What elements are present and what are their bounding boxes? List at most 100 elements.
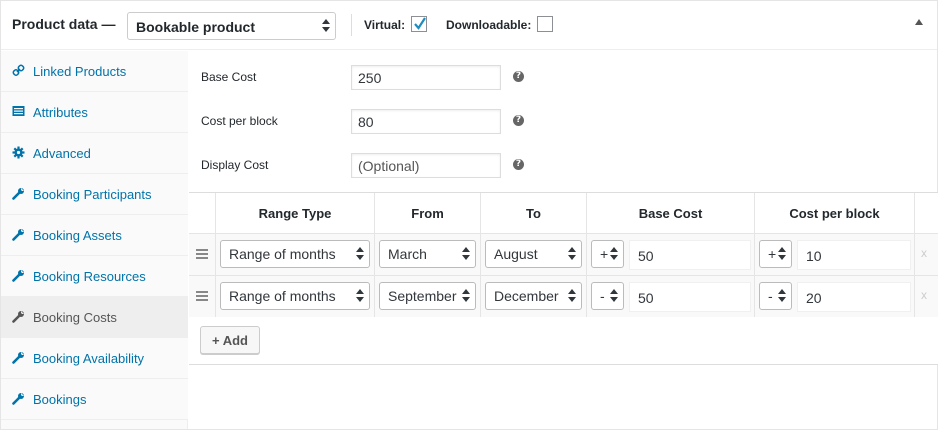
to-select[interactable]: August [485, 240, 582, 268]
display-cost-label: Display Cost [201, 158, 269, 172]
virtual-checkbox[interactable] [411, 16, 427, 32]
downloadable-label: Downloadable: [446, 18, 532, 32]
cost-per-block-label: Cost per block [201, 114, 278, 128]
wrench-icon [12, 393, 24, 405]
list-icon [12, 106, 25, 116]
block-cost-amount-input[interactable]: 10 [797, 240, 911, 270]
product-data-tabs: Linked Products Attributes Advanced Book… [1, 51, 188, 429]
tab-booking-resources[interactable]: Booking Resources [1, 256, 188, 297]
tab-attributes[interactable]: Attributes [1, 92, 188, 133]
block-cost-amount-input[interactable]: 20 [797, 282, 911, 312]
select-arrows-icon [778, 246, 786, 262]
select-value: - [600, 288, 605, 304]
tab-label: Booking Resources [33, 269, 146, 284]
base-cost-amount-input[interactable]: 50 [629, 282, 751, 312]
wrench-icon [12, 352, 24, 364]
cost-per-block-cell: + 10 [755, 234, 915, 275]
select-value: Range of months [229, 246, 336, 262]
base-cost-input[interactable]: 250 [351, 65, 501, 90]
checkmark-icon [414, 17, 426, 30]
product-data-header: Product data — Bookable product Virtual:… [1, 1, 937, 50]
base-cost-cell: - 50 [587, 276, 755, 317]
drag-handle-cell[interactable] [189, 234, 216, 275]
pricing-table: Range Type From To Base Cost Cost per bl… [189, 192, 938, 365]
help-tip-icon[interactable]: ? [513, 159, 524, 170]
select-arrows-icon [778, 288, 786, 304]
product-type-value: Bookable product [136, 19, 256, 35]
range-type-cell: Range of months [216, 276, 375, 317]
tab-label: Linked Products [33, 64, 127, 79]
drag-handle-cell[interactable] [189, 276, 216, 317]
product-type-select[interactable]: Bookable product [127, 12, 336, 40]
cost-per-block-header: Cost per block [755, 193, 915, 233]
select-arrows-icon [610, 246, 618, 262]
drag-column-header [189, 193, 216, 233]
range-type-cell: Range of months [216, 234, 375, 275]
help-tip-icon[interactable]: ? [513, 115, 524, 126]
remove-row-icon[interactable]: x [921, 246, 927, 260]
range-type-select[interactable]: Range of months [220, 282, 370, 310]
select-arrows-icon [462, 288, 470, 304]
tab-booking-assets[interactable]: Booking Assets [1, 215, 188, 256]
product-data-panel: Product data — Bookable product Virtual:… [0, 0, 938, 430]
help-tip-icon[interactable]: ? [513, 71, 524, 82]
tab-linked-products[interactable]: Linked Products [1, 51, 188, 92]
select-arrows-icon [568, 288, 576, 304]
select-value: March [388, 246, 427, 262]
base-cost-operator-select[interactable]: + [591, 240, 624, 268]
range-type-select[interactable]: Range of months [220, 240, 370, 268]
base-cost-label: Base Cost [201, 70, 257, 84]
block-cost-operator-select[interactable]: - [759, 282, 792, 310]
tab-label: Bookings [33, 392, 87, 407]
from-select[interactable]: March [379, 240, 476, 268]
link-icon [12, 64, 25, 76]
tab-bookings[interactable]: Bookings [1, 379, 188, 420]
select-value: + [768, 246, 777, 262]
select-value: September [388, 288, 457, 304]
from-select[interactable]: September [379, 282, 476, 310]
select-arrows-icon [462, 246, 470, 262]
tab-label: Booking Assets [33, 228, 122, 243]
drag-handle-icon[interactable] [196, 291, 208, 303]
table-row: Range of months September December - 50 … [189, 275, 938, 317]
to-header: To [481, 193, 587, 233]
tab-booking-availability[interactable]: Booking Availability [1, 338, 188, 379]
range-type-header: Range Type [216, 193, 375, 233]
select-arrows-icon [356, 246, 364, 262]
base-cost-header: Base Cost [587, 193, 755, 233]
to-select[interactable]: December [485, 282, 582, 310]
display-cost-input[interactable]: (Optional) [351, 153, 501, 178]
wrench-icon [12, 270, 24, 282]
to-cell: December [481, 276, 587, 317]
tab-booking-costs[interactable]: Booking Costs [1, 297, 188, 338]
tab-advanced[interactable]: Advanced [1, 133, 188, 174]
select-arrows-icon [610, 288, 618, 304]
select-arrows-icon [356, 288, 364, 304]
virtual-label: Virtual: [364, 18, 406, 32]
collapse-toggle-icon[interactable] [915, 19, 923, 25]
select-value: - [768, 288, 773, 304]
select-arrows-icon [322, 18, 330, 34]
tab-label: Booking Participants [33, 187, 152, 202]
to-cell: August [481, 234, 587, 275]
block-cost-operator-select[interactable]: + [759, 240, 792, 268]
tab-booking-participants[interactable]: Booking Participants [1, 174, 188, 215]
remove-row-icon[interactable]: x [921, 288, 927, 302]
header-divider [351, 14, 352, 36]
downloadable-checkbox[interactable] [537, 16, 553, 32]
table-row: Range of months March August + 50 + 10 x [189, 233, 938, 275]
cost-per-block-input[interactable]: 80 [351, 109, 501, 134]
product-data-title: Product data — [12, 16, 116, 32]
drag-handle-icon[interactable] [196, 249, 208, 261]
wrench-icon [12, 229, 24, 241]
cost-per-block-cell: - 20 [755, 276, 915, 317]
from-header: From [375, 193, 481, 233]
from-cell: September [375, 276, 481, 317]
add-range-button[interactable]: + Add [200, 326, 260, 354]
gear-icon [12, 146, 25, 159]
base-cost-amount-input[interactable]: 50 [629, 240, 751, 270]
select-value: Range of months [229, 288, 336, 304]
select-arrows-icon [568, 246, 576, 262]
tab-label: Booking Availability [33, 351, 145, 366]
base-cost-operator-select[interactable]: - [591, 282, 624, 310]
